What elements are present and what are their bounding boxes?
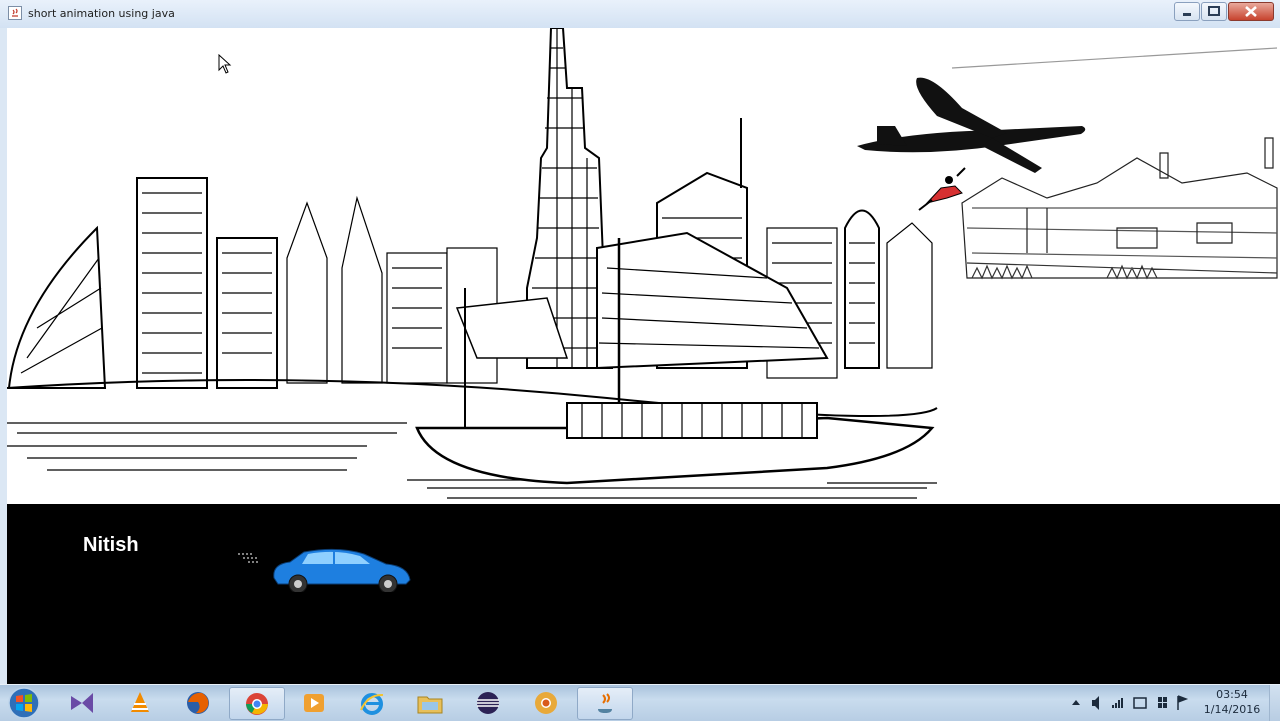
title-bar[interactable]: short animation using java — [0, 0, 1280, 28]
internet-explorer-icon — [360, 693, 384, 715]
show-desktop-button[interactable] — [1269, 685, 1280, 721]
clock-date: 1/14/2016 — [1203, 703, 1261, 716]
maximize-button[interactable] — [1201, 2, 1227, 21]
taskbar-chrome-canary[interactable] — [519, 687, 573, 718]
minimize-icon — [1183, 13, 1191, 16]
taskbar-visual-studio[interactable] — [55, 687, 109, 718]
visual-studio-icon — [71, 693, 93, 713]
minimize-button[interactable] — [1174, 2, 1200, 21]
taskbar-firefox[interactable] — [171, 687, 225, 718]
close-icon — [1245, 6, 1257, 17]
file-explorer-icon — [417, 696, 443, 714]
eclipse-icon — [477, 692, 499, 714]
close-button[interactable] — [1228, 2, 1274, 21]
system-clock[interactable]: 03:54 1/14/2016 — [1196, 687, 1268, 717]
vlc-icon — [131, 692, 149, 712]
taskbar-media-player[interactable] — [287, 687, 341, 718]
car-sprite — [238, 548, 411, 592]
java-app-icon — [8, 6, 22, 20]
window-title: short animation using java — [28, 7, 175, 20]
chrome-canary-icon — [535, 692, 557, 714]
city-skyline-background — [7, 28, 1278, 499]
media-player-icon — [304, 694, 324, 712]
taskbar-vlc[interactable] — [113, 687, 167, 718]
taskbar-file-explorer[interactable] — [403, 687, 457, 718]
taskbar-internet-explorer[interactable] — [345, 687, 399, 718]
airplane — [857, 77, 1086, 173]
windows-start-icon[interactable] — [4, 686, 44, 720]
java-icon — [598, 693, 612, 713]
player-name: Nitish — [83, 534, 139, 556]
skydiver — [918, 167, 966, 211]
taskbar-java[interactable] — [577, 687, 633, 720]
game-canvas[interactable]: Nitish — [7, 28, 1280, 684]
road-area: Nitish — [7, 504, 1280, 684]
system-tray-icons[interactable] — [1068, 692, 1193, 714]
app-window: short animation using java Nitish — [0, 0, 1280, 684]
chrome-icon — [246, 693, 268, 715]
taskbar-eclipse[interactable] — [461, 687, 515, 718]
taskbar-chrome[interactable] — [229, 687, 285, 720]
maximize-icon — [1208, 6, 1220, 16]
taskbar: 03:54 1/14/2016 — [0, 684, 1280, 721]
mouse-cursor-icon — [218, 54, 232, 74]
firefox-icon — [187, 692, 209, 714]
clock-time: 03:54 — [1216, 688, 1248, 701]
